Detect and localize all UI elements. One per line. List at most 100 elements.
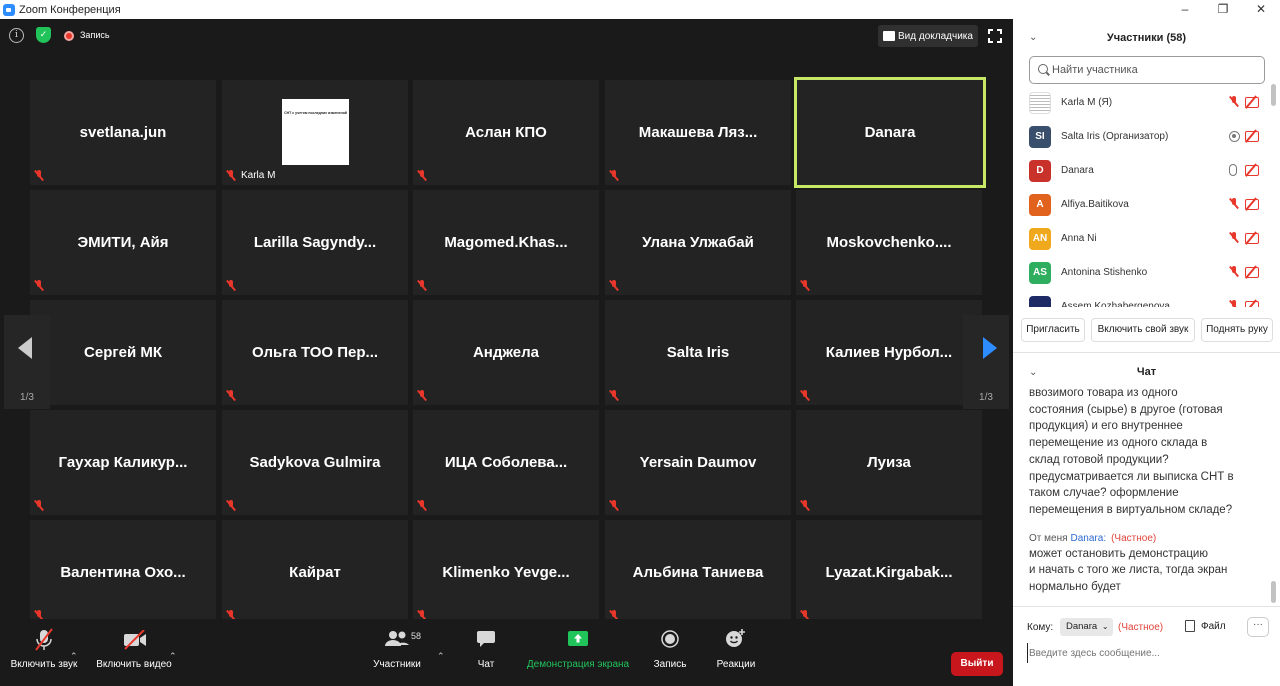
- chat-more-button[interactable]: ···: [1247, 617, 1269, 637]
- video-tile[interactable]: Salta Iris: [605, 300, 791, 405]
- participants-scrollbar[interactable]: [1271, 84, 1276, 106]
- video-tile[interactable]: svetlana.jun: [30, 80, 216, 185]
- participant-row[interactable]: D Danara: [1013, 155, 1271, 189]
- tile-participant-name: Danara: [864, 124, 916, 141]
- video-tile[interactable]: ИЦА Соболева...: [413, 410, 599, 515]
- send-file-label: Файл: [1201, 620, 1226, 632]
- fullscreen-icon[interactable]: [988, 29, 1002, 43]
- host-status-icon[interactable]: [1229, 131, 1240, 142]
- camera-off-icon[interactable]: [1245, 199, 1259, 210]
- participant-row[interactable]: SI Salta Iris (Организатор): [1013, 121, 1271, 155]
- tile-participant-name: Ольга ТОО Пер...: [251, 344, 379, 361]
- chat-divider: [1013, 606, 1280, 607]
- camera-off-icon[interactable]: [1245, 131, 1259, 142]
- mic-muted-icon: [800, 280, 810, 291]
- arrow-left-icon: [18, 337, 32, 359]
- participant-row[interactable]: Assem Kozhabergenova: [1013, 291, 1271, 307]
- video-tile[interactable]: Валентина Охо...: [30, 520, 216, 625]
- next-page-button[interactable]: 1/3: [963, 315, 1009, 409]
- prev-page-button[interactable]: 1/3: [4, 315, 50, 409]
- audio-options-chevron-icon[interactable]: ⌃: [70, 651, 78, 662]
- mic-muted-icon[interactable]: [1229, 300, 1241, 307]
- participant-row[interactable]: AN Anna Ni: [1013, 223, 1271, 257]
- video-tile[interactable]: Макашева Ляз...: [605, 80, 791, 185]
- video-tile[interactable]: Анджела: [413, 300, 599, 405]
- mic-muted-icon[interactable]: [1229, 232, 1241, 246]
- share-screen-icon: [568, 631, 588, 646]
- meeting-toolbar: Включить звук ⌃ Включить видео ⌃ 58 Учас…: [0, 619, 1013, 686]
- video-tile[interactable]: ЭМИТИ, Айя: [30, 190, 216, 295]
- minimize-button[interactable]: –: [1166, 0, 1204, 19]
- video-tile[interactable]: Калиев Нурбол...: [796, 300, 982, 405]
- camera-off-icon[interactable]: [1245, 301, 1259, 307]
- security-shield-icon[interactable]: ✓: [36, 27, 51, 43]
- raise-hand-button[interactable]: Поднять руку: [1201, 318, 1273, 342]
- participant-row[interactable]: A Alfiya.Baitikova: [1013, 189, 1271, 223]
- video-options-chevron-icon[interactable]: ⌃: [169, 651, 177, 662]
- chat-message-line: предусматривается ли выписка СНТ в: [1029, 470, 1234, 483]
- participants-options-chevron-icon[interactable]: ⌃: [437, 651, 445, 662]
- mic-muted-icon[interactable]: [1229, 96, 1241, 110]
- panel-divider: [1013, 352, 1280, 353]
- video-tile[interactable]: Ольга ТОО Пер...: [222, 300, 408, 405]
- video-tile[interactable]: Larilla Sagyndy...: [222, 190, 408, 295]
- tile-participant-name: Salta Iris: [666, 344, 730, 361]
- mic-muted-icon[interactable]: [1229, 198, 1241, 212]
- video-tile[interactable]: Аслан КПО: [413, 80, 599, 185]
- participant-row[interactable]: Karla M (Я): [1013, 89, 1271, 121]
- restore-button[interactable]: ❐: [1204, 0, 1242, 19]
- close-window-button[interactable]: ✕: [1242, 0, 1280, 19]
- video-tile[interactable]: Danara: [794, 77, 986, 188]
- chat-recipient-link[interactable]: Danara:: [1071, 533, 1107, 544]
- video-tile[interactable]: Magomed.Khas...: [413, 190, 599, 295]
- info-icon[interactable]: i: [9, 28, 24, 43]
- reactions-button[interactable]: Реакции: [712, 619, 760, 686]
- video-tile[interactable]: Lyazat.Kirgabak...: [796, 520, 982, 625]
- camera-off-icon[interactable]: [1245, 165, 1259, 176]
- video-tile[interactable]: Луиза: [796, 410, 982, 515]
- start-video-button[interactable]: Включить видео: [94, 619, 174, 686]
- video-tile[interactable]: Гаухар Каликур...: [30, 410, 216, 515]
- chat-messages: ввозимого товара из одного состояния (сыр…: [1013, 385, 1271, 603]
- tile-participant-name: Сергей МК: [84, 344, 162, 361]
- tile-participant-name: ЭМИТИ, Айя: [77, 234, 169, 251]
- chat-scrollbar[interactable]: [1271, 581, 1276, 603]
- participant-search-placeholder: Найти участника: [1052, 64, 1138, 76]
- video-tile[interactable]: Улана Улжабай: [605, 190, 791, 295]
- avatar: D: [1029, 160, 1051, 182]
- chat-recipient-select[interactable]: Danara ⌄: [1060, 618, 1113, 636]
- chat-message-input[interactable]: [1027, 643, 1267, 663]
- speaker-view-button[interactable]: Вид докладчика: [878, 25, 978, 47]
- video-tile[interactable]: Альбина Таниева: [605, 520, 791, 625]
- participants-button[interactable]: 58 Участники: [368, 619, 426, 686]
- camera-off-icon[interactable]: [1245, 267, 1259, 278]
- video-tile[interactable]: Moskovchenko....: [796, 190, 982, 295]
- mic-icon[interactable]: [1229, 164, 1237, 176]
- participants-title: Участники (58): [1106, 32, 1187, 44]
- record-button[interactable]: Запись: [650, 619, 690, 686]
- mic-muted-icon: [226, 280, 236, 291]
- speaker-view-label: Вид докладчика: [898, 30, 973, 42]
- video-tile[interactable]: СНТ с учетом последних изменений Karla M: [222, 80, 408, 185]
- chat-sender: От меня: [1029, 532, 1068, 544]
- participant-row[interactable]: AS Antonina Stishenko: [1013, 257, 1271, 291]
- mic-muted-icon: [34, 170, 44, 181]
- video-tile[interactable]: Сергей МК: [30, 300, 216, 405]
- invite-button[interactable]: Пригласить: [1021, 318, 1085, 342]
- share-screen-button[interactable]: Демонстрация экрана: [522, 619, 634, 686]
- mic-muted-icon[interactable]: [1229, 266, 1241, 280]
- video-tile[interactable]: Klimenko Yevge...: [413, 520, 599, 625]
- send-file-button[interactable]: Файл: [1185, 620, 1226, 632]
- video-tile[interactable]: Кайрат: [222, 520, 408, 625]
- start-video-label: Включить видео: [96, 659, 172, 670]
- camera-off-icon[interactable]: [1245, 97, 1259, 108]
- participants-header: ⌄ Участники (58): [1013, 19, 1280, 55]
- reactions-label: Реакции: [716, 659, 756, 670]
- chat-button[interactable]: Чат: [466, 619, 506, 686]
- video-tile[interactable]: Yersain Daumov: [605, 410, 791, 515]
- camera-off-icon[interactable]: [1245, 233, 1259, 244]
- participant-search-input[interactable]: Найти участника: [1029, 56, 1265, 84]
- video-tile[interactable]: Sadykova Gulmira: [222, 410, 408, 515]
- leave-meeting-button[interactable]: Выйти: [951, 652, 1003, 676]
- unmute-me-button[interactable]: Включить свой звук: [1091, 318, 1195, 342]
